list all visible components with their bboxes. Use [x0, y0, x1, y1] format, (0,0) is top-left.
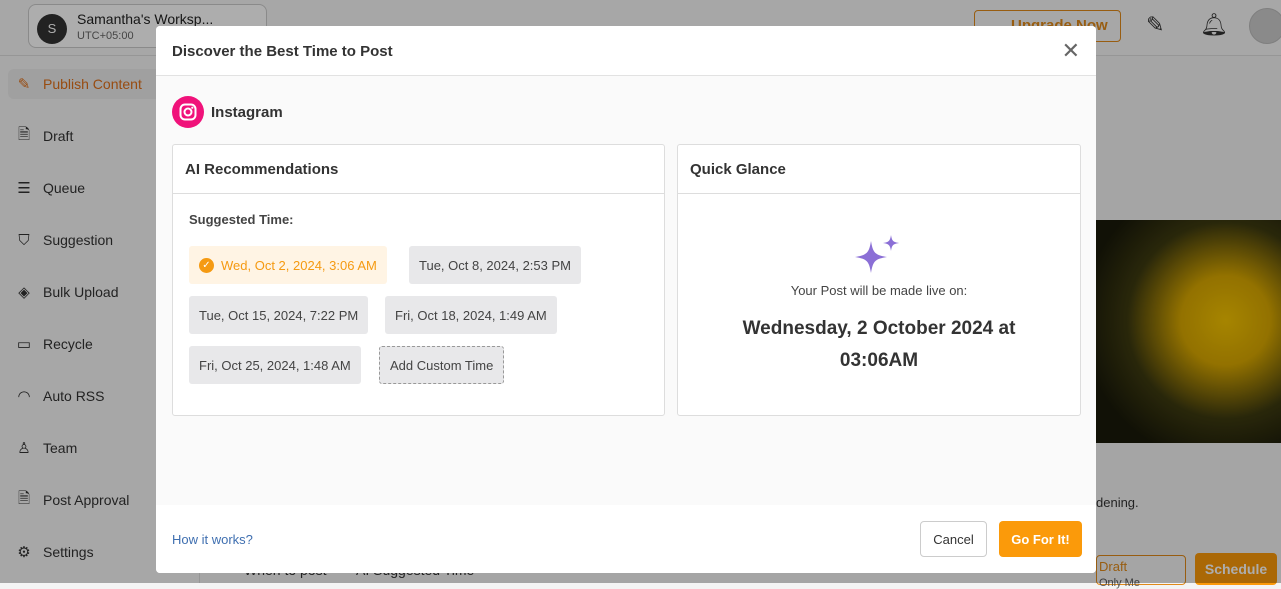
- time-chip[interactable]: ✓ Wed, Oct 2, 2024, 3:06 AM: [189, 246, 387, 284]
- add-custom-time-button[interactable]: Add Custom Time: [379, 346, 505, 384]
- modal-title: Discover the Best Time to Post: [172, 43, 393, 60]
- quick-glance-card: Quick Glance Your Post will be made live…: [677, 144, 1081, 416]
- time-chip[interactable]: Tue, Oct 15, 2024, 7:22 PM: [189, 296, 369, 334]
- quick-glance-title: Quick Glance: [678, 145, 1080, 194]
- platform-header: Instagram: [172, 96, 283, 128]
- time-chip[interactable]: Fri, Oct 18, 2024, 1:49 AM: [385, 296, 557, 334]
- best-time-modal: Discover the Best Time to Post ✕ Instagr…: [156, 26, 1096, 573]
- scheduled-date: Wednesday, 2 October 2024 at 03:06AM: [742, 318, 1016, 371]
- how-it-works-link[interactable]: How it works?: [172, 532, 253, 547]
- ai-recommendations-card: AI Recommendations Suggested Time: ✓ Wed,…: [172, 144, 665, 416]
- platform-name: Instagram: [211, 103, 283, 121]
- modal-header: Discover the Best Time to Post ✕: [156, 26, 1096, 76]
- suggested-time-label: Suggested Time:: [189, 212, 294, 227]
- time-chip[interactable]: Fri, Oct 25, 2024, 1:48 AM: [189, 346, 361, 384]
- modal-footer: How it works? Cancel Go For It!: [156, 505, 1096, 573]
- close-icon[interactable]: ✕: [1062, 38, 1080, 64]
- ai-recommendations-title: AI Recommendations: [173, 145, 664, 194]
- check-circle-icon: ✓: [199, 257, 214, 273]
- cancel-button[interactable]: Cancel: [920, 521, 987, 557]
- instagram-icon: [172, 96, 204, 128]
- time-chip[interactable]: Tue, Oct 8, 2024, 2:53 PM: [409, 246, 581, 284]
- sparkle-icon: [855, 235, 899, 273]
- live-on-label: Your Post will be made live on:: [790, 283, 968, 298]
- go-for-it-button[interactable]: Go For It!: [999, 521, 1082, 557]
